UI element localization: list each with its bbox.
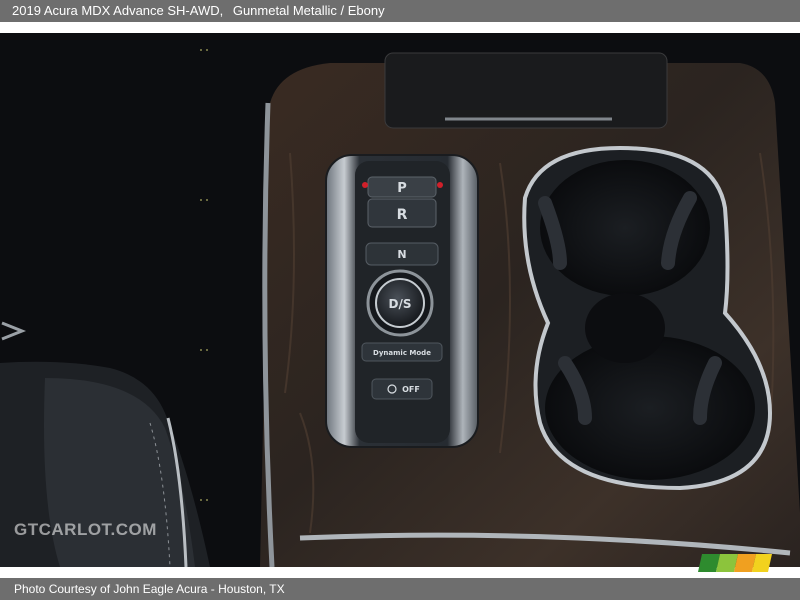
storage-lid bbox=[384, 52, 668, 129]
drive-sport-button[interactable]: D/S bbox=[366, 269, 434, 337]
neutral-label: N bbox=[397, 248, 406, 261]
vehicle-photo: P R N D/S Dynamic Mode OFF bbox=[0, 33, 800, 567]
dynamic-mode-label: Dynamic Mode bbox=[373, 349, 431, 357]
drive-label: D/S bbox=[389, 297, 412, 311]
photo-credit-bar: Photo Courtesy of John Eagle Acura - Hou… bbox=[0, 578, 800, 600]
watermark: GTCARLOT.COM bbox=[14, 520, 157, 539]
park-label: P bbox=[397, 181, 407, 196]
park-button[interactable]: P bbox=[362, 176, 443, 198]
vehicle-title: 2019 Acura MDX Advance SH-AWD, bbox=[12, 3, 224, 18]
title-bar: 2019 Acura MDX Advance SH-AWD, Gunmetal … bbox=[0, 0, 800, 22]
reverse-button[interactable]: R bbox=[367, 198, 437, 228]
neutral-button[interactable]: N bbox=[365, 242, 439, 266]
dynamic-mode-button[interactable]: Dynamic Mode bbox=[361, 342, 443, 362]
reverse-label: R bbox=[397, 207, 408, 223]
idle-stop-button[interactable]: OFF bbox=[371, 378, 433, 400]
photo-credit: Photo Courtesy of John Eagle Acura - Hou… bbox=[14, 582, 285, 596]
gtcarlot-logo-icon bbox=[698, 554, 772, 572]
vehicle-color: Gunmetal Metallic / Ebony bbox=[232, 3, 385, 18]
idle-stop-label: OFF bbox=[402, 385, 420, 394]
